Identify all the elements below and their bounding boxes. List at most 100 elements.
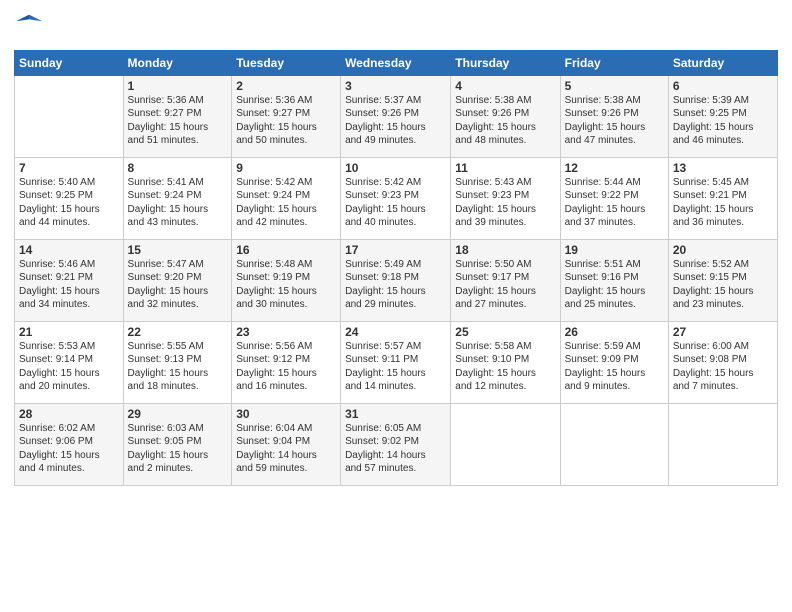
calendar-day-cell: 20Sunrise: 5:52 AM Sunset: 9:15 PM Dayli…	[668, 239, 777, 321]
day-info: Sunrise: 5:43 AM Sunset: 9:23 PM Dayligh…	[455, 176, 555, 230]
calendar-week-row: 14Sunrise: 5:46 AM Sunset: 9:21 PM Dayli…	[15, 239, 778, 321]
calendar-day-cell: 17Sunrise: 5:49 AM Sunset: 9:18 PM Dayli…	[341, 239, 451, 321]
day-info: Sunrise: 5:55 AM Sunset: 9:13 PM Dayligh…	[128, 340, 228, 394]
day-number: 26	[565, 325, 664, 339]
calendar-day-cell: 15Sunrise: 5:47 AM Sunset: 9:20 PM Dayli…	[123, 239, 232, 321]
calendar-week-row: 21Sunrise: 5:53 AM Sunset: 9:14 PM Dayli…	[15, 321, 778, 403]
day-number: 17	[345, 243, 446, 257]
day-number: 31	[345, 407, 446, 421]
calendar-day-cell: 19Sunrise: 5:51 AM Sunset: 9:16 PM Dayli…	[560, 239, 668, 321]
day-info: Sunrise: 6:02 AM Sunset: 9:06 PM Dayligh…	[19, 422, 119, 476]
day-info: Sunrise: 5:49 AM Sunset: 9:18 PM Dayligh…	[345, 258, 446, 312]
calendar-day-cell: 8Sunrise: 5:41 AM Sunset: 9:24 PM Daylig…	[123, 157, 232, 239]
weekday-header: Wednesday	[341, 50, 451, 75]
calendar-table: SundayMondayTuesdayWednesdayThursdayFrid…	[14, 50, 778, 486]
calendar-day-cell: 16Sunrise: 5:48 AM Sunset: 9:19 PM Dayli…	[232, 239, 341, 321]
calendar-day-cell: 3Sunrise: 5:37 AM Sunset: 9:26 PM Daylig…	[341, 75, 451, 157]
calendar-header-row: SundayMondayTuesdayWednesdayThursdayFrid…	[15, 50, 778, 75]
day-info: Sunrise: 5:45 AM Sunset: 9:21 PM Dayligh…	[673, 176, 773, 230]
calendar-day-cell: 25Sunrise: 5:58 AM Sunset: 9:10 PM Dayli…	[451, 321, 560, 403]
day-number: 24	[345, 325, 446, 339]
calendar-day-cell: 31Sunrise: 6:05 AM Sunset: 9:02 PM Dayli…	[341, 403, 451, 485]
day-info: Sunrise: 5:51 AM Sunset: 9:16 PM Dayligh…	[565, 258, 664, 312]
day-number: 18	[455, 243, 555, 257]
calendar-day-cell: 6Sunrise: 5:39 AM Sunset: 9:25 PM Daylig…	[668, 75, 777, 157]
calendar-day-cell: 7Sunrise: 5:40 AM Sunset: 9:25 PM Daylig…	[15, 157, 124, 239]
calendar-week-row: 1 Sunrise: 5:36 AM Sunset: 9:27 PM Daylig…	[15, 75, 778, 157]
calendar-day-cell	[560, 403, 668, 485]
day-number: 13	[673, 161, 773, 175]
weekday-header: Friday	[560, 50, 668, 75]
calendar-day-cell: 27Sunrise: 6:00 AM Sunset: 9:08 PM Dayli…	[668, 321, 777, 403]
day-number: 30	[236, 407, 336, 421]
day-info: Sunrise: 5:40 AM Sunset: 9:25 PM Dayligh…	[19, 176, 119, 230]
day-number: 7	[19, 161, 119, 175]
calendar-day-cell: 29Sunrise: 6:03 AM Sunset: 9:05 PM Dayli…	[123, 403, 232, 485]
calendar-day-cell: 4Sunrise: 5:38 AM Sunset: 9:26 PM Daylig…	[451, 75, 560, 157]
day-number: 28	[19, 407, 119, 421]
calendar-day-cell: 26Sunrise: 5:59 AM Sunset: 9:09 PM Dayli…	[560, 321, 668, 403]
day-info: Sunrise: 5:58 AM Sunset: 9:10 PM Dayligh…	[455, 340, 555, 394]
day-info: Sunrise: 6:00 AM Sunset: 9:08 PM Dayligh…	[673, 340, 773, 394]
day-number: 25	[455, 325, 555, 339]
calendar-day-cell: 22Sunrise: 5:55 AM Sunset: 9:13 PM Dayli…	[123, 321, 232, 403]
day-info: Sunrise: 5:53 AM Sunset: 9:14 PM Dayligh…	[19, 340, 119, 394]
calendar-day-cell	[668, 403, 777, 485]
day-info: Sunrise: 5:39 AM Sunset: 9:25 PM Dayligh…	[673, 94, 773, 148]
logo-text	[14, 14, 44, 44]
day-number: 29	[128, 407, 228, 421]
weekday-header: Thursday	[451, 50, 560, 75]
day-number: 10	[345, 161, 446, 175]
day-number: 16	[236, 243, 336, 257]
calendar-day-cell: 11Sunrise: 5:43 AM Sunset: 9:23 PM Dayli…	[451, 157, 560, 239]
day-number: 14	[19, 243, 119, 257]
calendar-week-row: 7Sunrise: 5:40 AM Sunset: 9:25 PM Daylig…	[15, 157, 778, 239]
calendar-day-cell	[15, 75, 124, 157]
day-info: Sunrise: 5:38 AM Sunset: 9:26 PM Dayligh…	[455, 94, 555, 148]
calendar-day-cell: 18Sunrise: 5:50 AM Sunset: 9:17 PM Dayli…	[451, 239, 560, 321]
day-number: 9	[236, 161, 336, 175]
day-info: Sunrise: 5:41 AM Sunset: 9:24 PM Dayligh…	[128, 176, 228, 230]
calendar-day-cell: 24Sunrise: 5:57 AM Sunset: 9:11 PM Dayli…	[341, 321, 451, 403]
day-number: 8	[128, 161, 228, 175]
day-number: 5	[565, 79, 664, 93]
calendar-day-cell: 5Sunrise: 5:38 AM Sunset: 9:26 PM Daylig…	[560, 75, 668, 157]
page-container: SundayMondayTuesdayWednesdayThursdayFrid…	[0, 0, 792, 612]
calendar-day-cell: 13Sunrise: 5:45 AM Sunset: 9:21 PM Dayli…	[668, 157, 777, 239]
day-info: Sunrise: 5:50 AM Sunset: 9:17 PM Dayligh…	[455, 258, 555, 312]
calendar-day-cell: 1Sunrise: 5:36 AM Sunset: 9:27 PM Daylig…	[123, 75, 232, 157]
day-number: 3	[345, 79, 446, 93]
calendar-day-cell: 2Sunrise: 5:36 AM Sunset: 9:27 PM Daylig…	[232, 75, 341, 157]
day-info: Sunrise: 5:36 AM Sunset: 9:27 PM Dayligh…	[236, 94, 336, 148]
calendar-day-cell: 30Sunrise: 6:04 AM Sunset: 9:04 PM Dayli…	[232, 403, 341, 485]
day-number: 19	[565, 243, 664, 257]
day-number: 21	[19, 325, 119, 339]
day-number: 27	[673, 325, 773, 339]
day-info: Sunrise: 5:37 AM Sunset: 9:26 PM Dayligh…	[345, 94, 446, 148]
weekday-header: Saturday	[668, 50, 777, 75]
weekday-header: Sunday	[15, 50, 124, 75]
day-info: Sunrise: 5:42 AM Sunset: 9:24 PM Dayligh…	[236, 176, 336, 230]
day-info: Sunrise: 5:46 AM Sunset: 9:21 PM Dayligh…	[19, 258, 119, 312]
day-info: Sunrise: 5:42 AM Sunset: 9:23 PM Dayligh…	[345, 176, 446, 230]
logo-bird-icon	[16, 10, 44, 38]
day-number: 6	[673, 79, 773, 93]
day-info: Sunrise: 5:59 AM Sunset: 9:09 PM Dayligh…	[565, 340, 664, 394]
day-info: Sunrise: 5:57 AM Sunset: 9:11 PM Dayligh…	[345, 340, 446, 394]
day-number: 1	[128, 79, 228, 93]
calendar-day-cell: 12Sunrise: 5:44 AM Sunset: 9:22 PM Dayli…	[560, 157, 668, 239]
calendar-day-cell: 21Sunrise: 5:53 AM Sunset: 9:14 PM Dayli…	[15, 321, 124, 403]
day-info: Sunrise: 5:47 AM Sunset: 9:20 PM Dayligh…	[128, 258, 228, 312]
weekday-header: Tuesday	[232, 50, 341, 75]
calendar-day-cell: 14Sunrise: 5:46 AM Sunset: 9:21 PM Dayli…	[15, 239, 124, 321]
day-info: Sunrise: 5:48 AM Sunset: 9:19 PM Dayligh…	[236, 258, 336, 312]
day-info: Sunrise: 6:04 AM Sunset: 9:04 PM Dayligh…	[236, 422, 336, 476]
calendar-week-row: 28Sunrise: 6:02 AM Sunset: 9:06 PM Dayli…	[15, 403, 778, 485]
day-number: 2	[236, 79, 336, 93]
day-number: 20	[673, 243, 773, 257]
calendar-day-cell: 9Sunrise: 5:42 AM Sunset: 9:24 PM Daylig…	[232, 157, 341, 239]
day-number: 15	[128, 243, 228, 257]
day-number: 22	[128, 325, 228, 339]
day-info: Sunrise: 5:38 AM Sunset: 9:26 PM Dayligh…	[565, 94, 664, 148]
calendar-day-cell: 10Sunrise: 5:42 AM Sunset: 9:23 PM Dayli…	[341, 157, 451, 239]
